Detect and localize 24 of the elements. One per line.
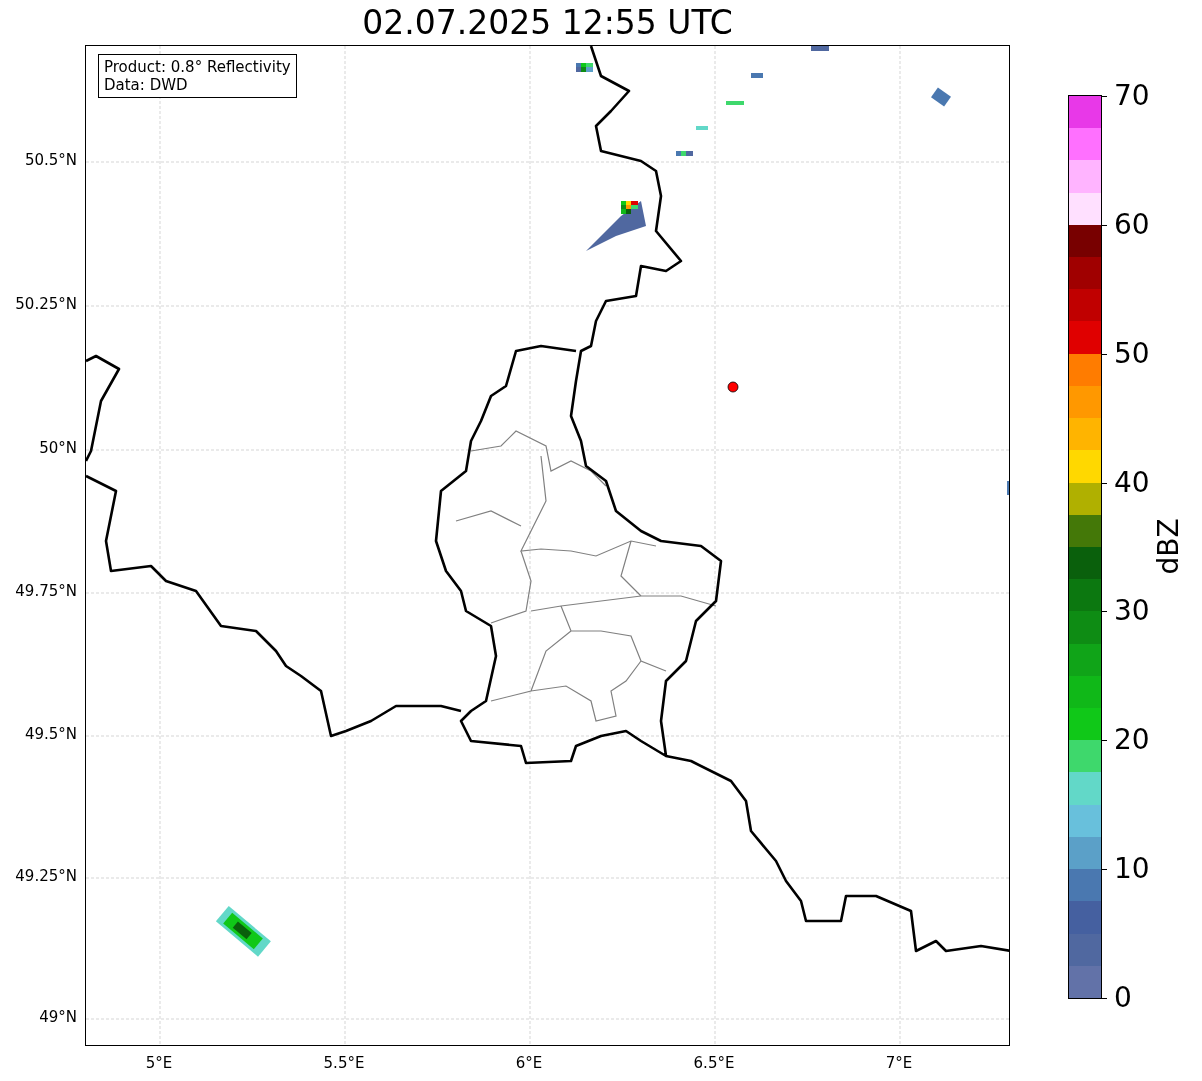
longitude-tick-label: 6.5°E xyxy=(693,1054,735,1072)
latitude-tick-label: 50.25°N xyxy=(15,295,77,313)
longitude-tick-label: 5°E xyxy=(145,1054,173,1072)
colorbar-tick-label: 40 xyxy=(1114,468,1150,497)
latitude-tick-label: 50.5°N xyxy=(24,151,77,169)
map-title: 02.07.2025 12:55 UTC xyxy=(362,6,733,39)
colorbar-tick-label: 0 xyxy=(1114,984,1132,1012)
colorbar-tick-label: 70 xyxy=(1114,82,1150,110)
info-line: Data: DWD xyxy=(104,76,189,94)
colorbar-tick-label: 10 xyxy=(1114,855,1150,884)
latitude-tick-label: 49°N xyxy=(39,1008,77,1026)
info-line: Product: 0.8° Reflectivity xyxy=(104,58,291,76)
longitude-tick-label: 6°E xyxy=(515,1054,543,1072)
longitude-tick-label: 7°E xyxy=(885,1054,913,1072)
colorbar-tick-label: 60 xyxy=(1114,210,1150,239)
colorbar-tick-label: 30 xyxy=(1114,597,1150,626)
colorbar-tick-label: 50 xyxy=(1114,339,1150,368)
latitude-tick-label: 50°N xyxy=(39,439,77,457)
latitude-tick-label: 49.25°N xyxy=(15,867,77,885)
colorbar-tick-label: 20 xyxy=(1114,726,1150,755)
latitude-tick-label: 49.5°N xyxy=(24,725,77,743)
longitude-tick-label: 5.5°E xyxy=(323,1054,365,1072)
colorbar-label: dBZ xyxy=(1151,518,1185,575)
latitude-tick-label: 49.75°N xyxy=(15,582,77,600)
